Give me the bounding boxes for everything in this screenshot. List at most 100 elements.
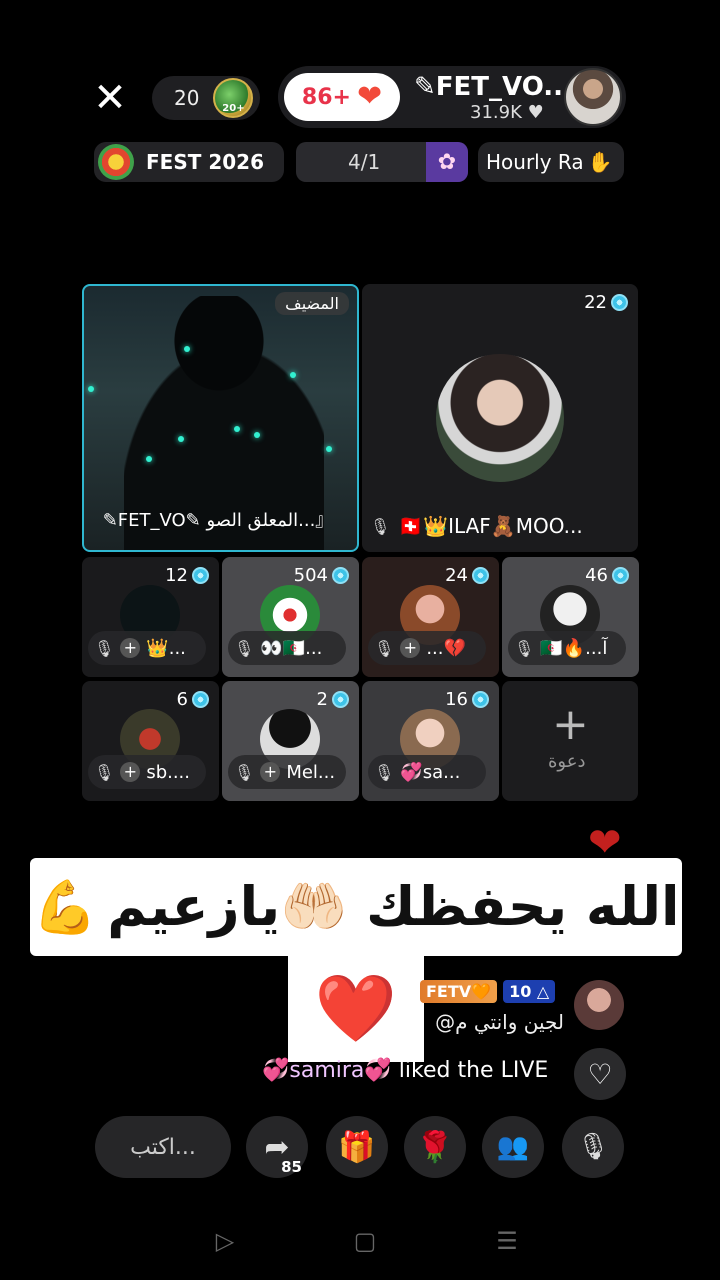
flower-icon: ✿: [426, 142, 468, 182]
hourly-ranking-pill[interactable]: Hourly Ra ✋: [478, 142, 624, 182]
guest-tile[interactable]: 24 🎙 + ...💔: [362, 557, 499, 677]
rose-button[interactable]: 🌹: [404, 1116, 466, 1178]
guests-button[interactable]: 👥: [482, 1116, 544, 1178]
guest-tile[interactable]: 16 🎙 💞sa...: [362, 681, 499, 801]
liked-user[interactable]: 💞samira💞: [262, 1058, 392, 1083]
caption-banner: الله يحفظك 🤲🏻يازعيم 💪: [30, 858, 682, 956]
guest-score: 2: [317, 689, 349, 710]
follow-plus-icon[interactable]: +: [120, 762, 141, 782]
mic-muted-icon: 🎙: [234, 762, 255, 782]
rose-icon: 🌹: [416, 1129, 454, 1165]
heart-outline-icon: ♡: [587, 1057, 613, 1091]
mic-button[interactable]: 🎙: [562, 1116, 624, 1178]
guest-score: 24: [445, 565, 489, 586]
sparkle-dot: [290, 372, 296, 378]
chat-avatar[interactable]: [574, 980, 624, 1030]
viewer-count-pill[interactable]: 20 20+: [152, 76, 260, 120]
like-button[interactable]: ♡: [574, 1048, 626, 1100]
liked-text: liked the LIVE: [391, 1058, 549, 1083]
flexed-arm-icon: 💪: [32, 877, 98, 938]
diamond-icon: [192, 691, 209, 708]
plus-icon: +: [552, 699, 589, 750]
caption-text: الله يحفظك 🤲🏻يازعيم: [107, 875, 680, 938]
share-button[interactable]: ➦ 85: [246, 1116, 308, 1178]
level-badge-icon: 20+: [213, 78, 254, 118]
invite-slot[interactable]: + دعوة: [502, 681, 638, 801]
follow-plus-icon[interactable]: +: [120, 638, 141, 658]
nav-home-icon[interactable]: ▢: [350, 1226, 380, 1256]
fest-label: FEST 2026: [146, 150, 264, 174]
guest-name-bar: 🎙 + sb....: [88, 755, 206, 789]
nav-menu-icon[interactable]: ☰: [492, 1226, 522, 1256]
share-count: 85: [281, 1158, 302, 1176]
host-followers: 31.9K ♥: [470, 102, 544, 123]
mic-muted-icon: 🎙: [234, 638, 255, 658]
close-icon: ✕: [93, 75, 127, 121]
comment-input[interactable]: اكتب...: [95, 1116, 231, 1178]
chat-badges: FETV🧡 10 △: [420, 980, 556, 1003]
diamond-icon: [612, 567, 629, 584]
guest-score: 504: [294, 565, 349, 586]
rank-label: 4/1: [348, 150, 381, 174]
comment-placeholder: اكتب...: [130, 1134, 196, 1160]
gift-button[interactable]: 🎁: [326, 1116, 388, 1178]
heart-icon: ❤: [356, 79, 383, 114]
guest-name-bar: 🎙 + ...💔: [368, 631, 486, 665]
diamond-icon: [332, 691, 349, 708]
mic-muted-icon: 🎙: [94, 638, 115, 658]
guest-name-bar: 🎙 + 👑...: [88, 631, 206, 665]
sparkle-dot: [88, 386, 94, 392]
likes-count: 86+: [301, 84, 351, 110]
guest-score: 12: [165, 565, 209, 586]
diamond-icon: [611, 294, 628, 311]
host-avatar[interactable]: [564, 68, 622, 126]
guest-tile[interactable]: 12 🎙 + 👑...: [82, 557, 219, 677]
guest-tile[interactable]: 2 🎙 + Mel...: [222, 681, 359, 801]
host-info-pill[interactable]: 86+ ❤ ✎FET_VO... 31.9K ♥: [278, 66, 626, 128]
host-name: ✎FET_VO...: [414, 72, 573, 102]
guest-avatar: [436, 354, 564, 482]
host-tag: المضيف: [275, 292, 349, 315]
mic-muted-icon: 🎙: [576, 1132, 610, 1162]
fest-icon: [98, 144, 134, 180]
close-button[interactable]: ✕: [88, 76, 132, 120]
mic-muted-icon: 🎙: [374, 762, 395, 782]
nav-back-icon[interactable]: ▷: [210, 1226, 240, 1256]
heart-sticker: ❤️: [288, 956, 424, 1062]
hourly-label: Hourly Ra: [486, 150, 584, 174]
guest-score: 16: [445, 689, 489, 710]
follow-plus-icon[interactable]: +: [260, 762, 281, 782]
sparkle-dot: [184, 346, 190, 352]
mic-muted-icon: 🎙: [370, 516, 391, 536]
gift-icon: 🎁: [338, 1129, 376, 1165]
guest-name: 🎙 🇨🇭👑ILAF🧸MOO...: [370, 514, 583, 538]
likes-pill[interactable]: 86+ ❤: [284, 73, 400, 121]
chat-message: @لجين وانتي م: [435, 1010, 564, 1034]
follow-plus-icon[interactable]: +: [400, 638, 421, 658]
guest-score: 22: [584, 292, 628, 313]
sparkle-dot: [178, 436, 184, 442]
guest-tile[interactable]: 6 🎙 + sb....: [82, 681, 219, 801]
guest-name-bar: 🎙 + Mel...: [228, 755, 346, 789]
hand-icon: ✋: [587, 150, 613, 174]
level-badge: 10 △: [503, 980, 556, 1003]
users-icon: 👥: [496, 1132, 530, 1162]
rank-pill[interactable]: 4/1 ✿: [296, 142, 468, 182]
fan-club-badge: FETV🧡: [420, 980, 498, 1003]
liked-notification: 💞samira💞 liked the LIVE: [262, 1058, 548, 1083]
diamond-icon: [332, 567, 349, 584]
viewer-count: 20: [174, 86, 200, 110]
sparkle-dot: [326, 446, 332, 452]
guest-tile[interactable]: 46 🎙 🇩🇿🔥...آ: [502, 557, 639, 677]
host-tile-name: ✎FET_VO✎ المعلق الصو...』: [102, 510, 334, 531]
fest-event-pill[interactable]: FEST 2026: [94, 142, 284, 182]
guest-tile[interactable]: 22 🎙 🇨🇭👑ILAF🧸MOO...: [362, 284, 638, 552]
invite-label: دعوة: [548, 751, 586, 772]
guest-tile[interactable]: 504 🎙 👀🇩🇿...: [222, 557, 359, 677]
guest-name-bar: 🎙 🇩🇿🔥...آ: [508, 631, 626, 665]
host-video-tile[interactable]: المضيف ✎FET_VO✎ المعلق الصو...』: [82, 284, 359, 552]
sparkle-dot: [254, 432, 260, 438]
mic-muted-icon: 🎙: [374, 638, 395, 658]
diamond-icon: [472, 691, 489, 708]
guest-name-bar: 🎙 👀🇩🇿...: [228, 631, 346, 665]
